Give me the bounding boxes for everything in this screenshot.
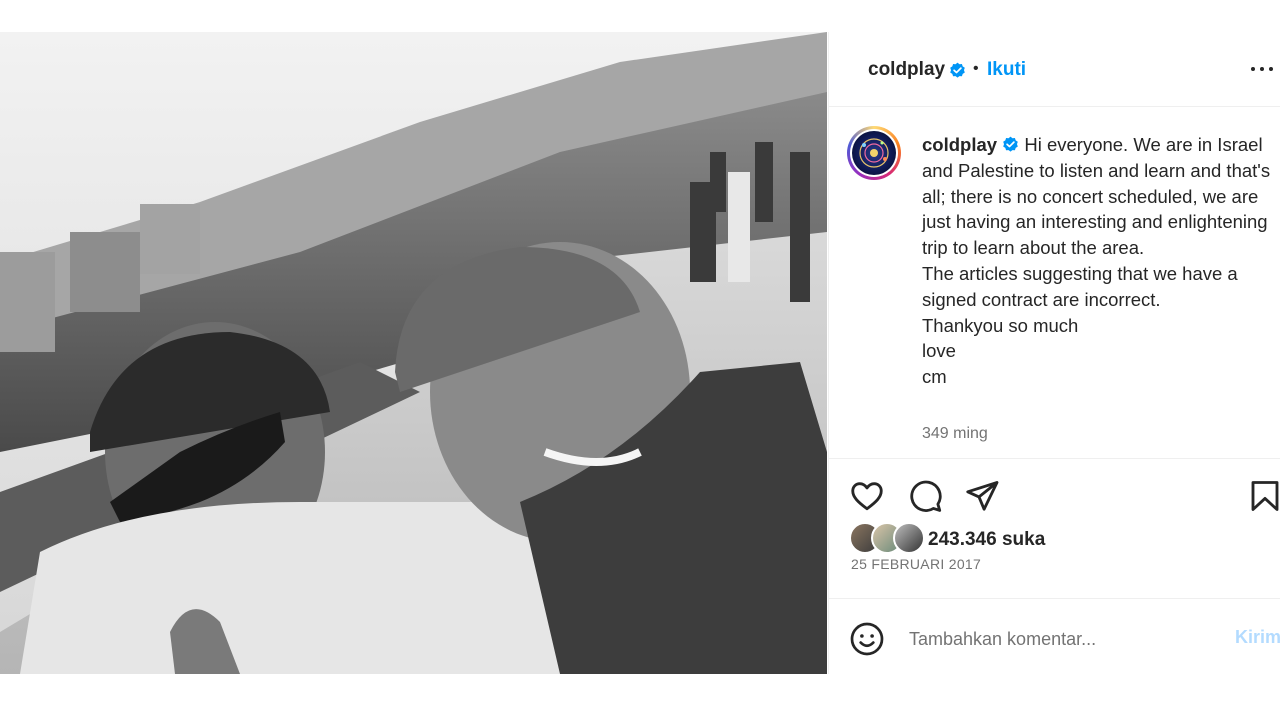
comment-icon[interactable] — [907, 478, 943, 514]
likes-count[interactable]: 243.346 suka — [928, 529, 1045, 551]
caption-username[interactable]: coldplay — [922, 134, 997, 155]
heart-icon[interactable] — [849, 478, 885, 514]
follow-button[interactable]: Ikuti — [987, 59, 1026, 81]
emoji-icon[interactable] — [849, 621, 885, 657]
bookmark-icon[interactable] — [1247, 478, 1280, 514]
avatar-emblem-icon — [859, 138, 889, 168]
caption-line: The articles suggesting that we have a s… — [922, 262, 1238, 310]
post-header: coldplay • Ikuti — [829, 32, 1280, 107]
actions-divider — [829, 458, 1280, 460]
comment-bar: Kirim — [829, 598, 1280, 675]
verified-badge-icon — [950, 62, 965, 78]
post-caption: coldplay Hi everyone. We are in Israel a… — [922, 132, 1272, 390]
post-comment-button[interactable]: Kirim — [1235, 627, 1280, 648]
post-date: 25 FEBRUARI 2017 — [851, 556, 982, 572]
comment-input[interactable] — [907, 621, 1211, 657]
header-separator: • — [973, 60, 979, 77]
caption-line: cm — [922, 366, 947, 388]
post-photo[interactable] — [0, 32, 827, 674]
avatar[interactable] — [847, 126, 901, 180]
post-time[interactable]: 349 ming — [922, 425, 988, 443]
liker-avatar — [893, 522, 925, 554]
caption-line: love — [922, 340, 956, 362]
caption-verified-badge-icon — [1003, 136, 1019, 152]
photo-illustration — [0, 32, 827, 674]
send-icon[interactable] — [964, 478, 1000, 514]
more-options-icon[interactable] — [1249, 62, 1277, 76]
header-username[interactable]: coldplay — [868, 59, 945, 81]
caption-line: Thankyou so much — [922, 314, 1079, 336]
post-detail-panel: coldplay • Ikuti coldplay Hi everyone. W… — [828, 32, 1280, 674]
